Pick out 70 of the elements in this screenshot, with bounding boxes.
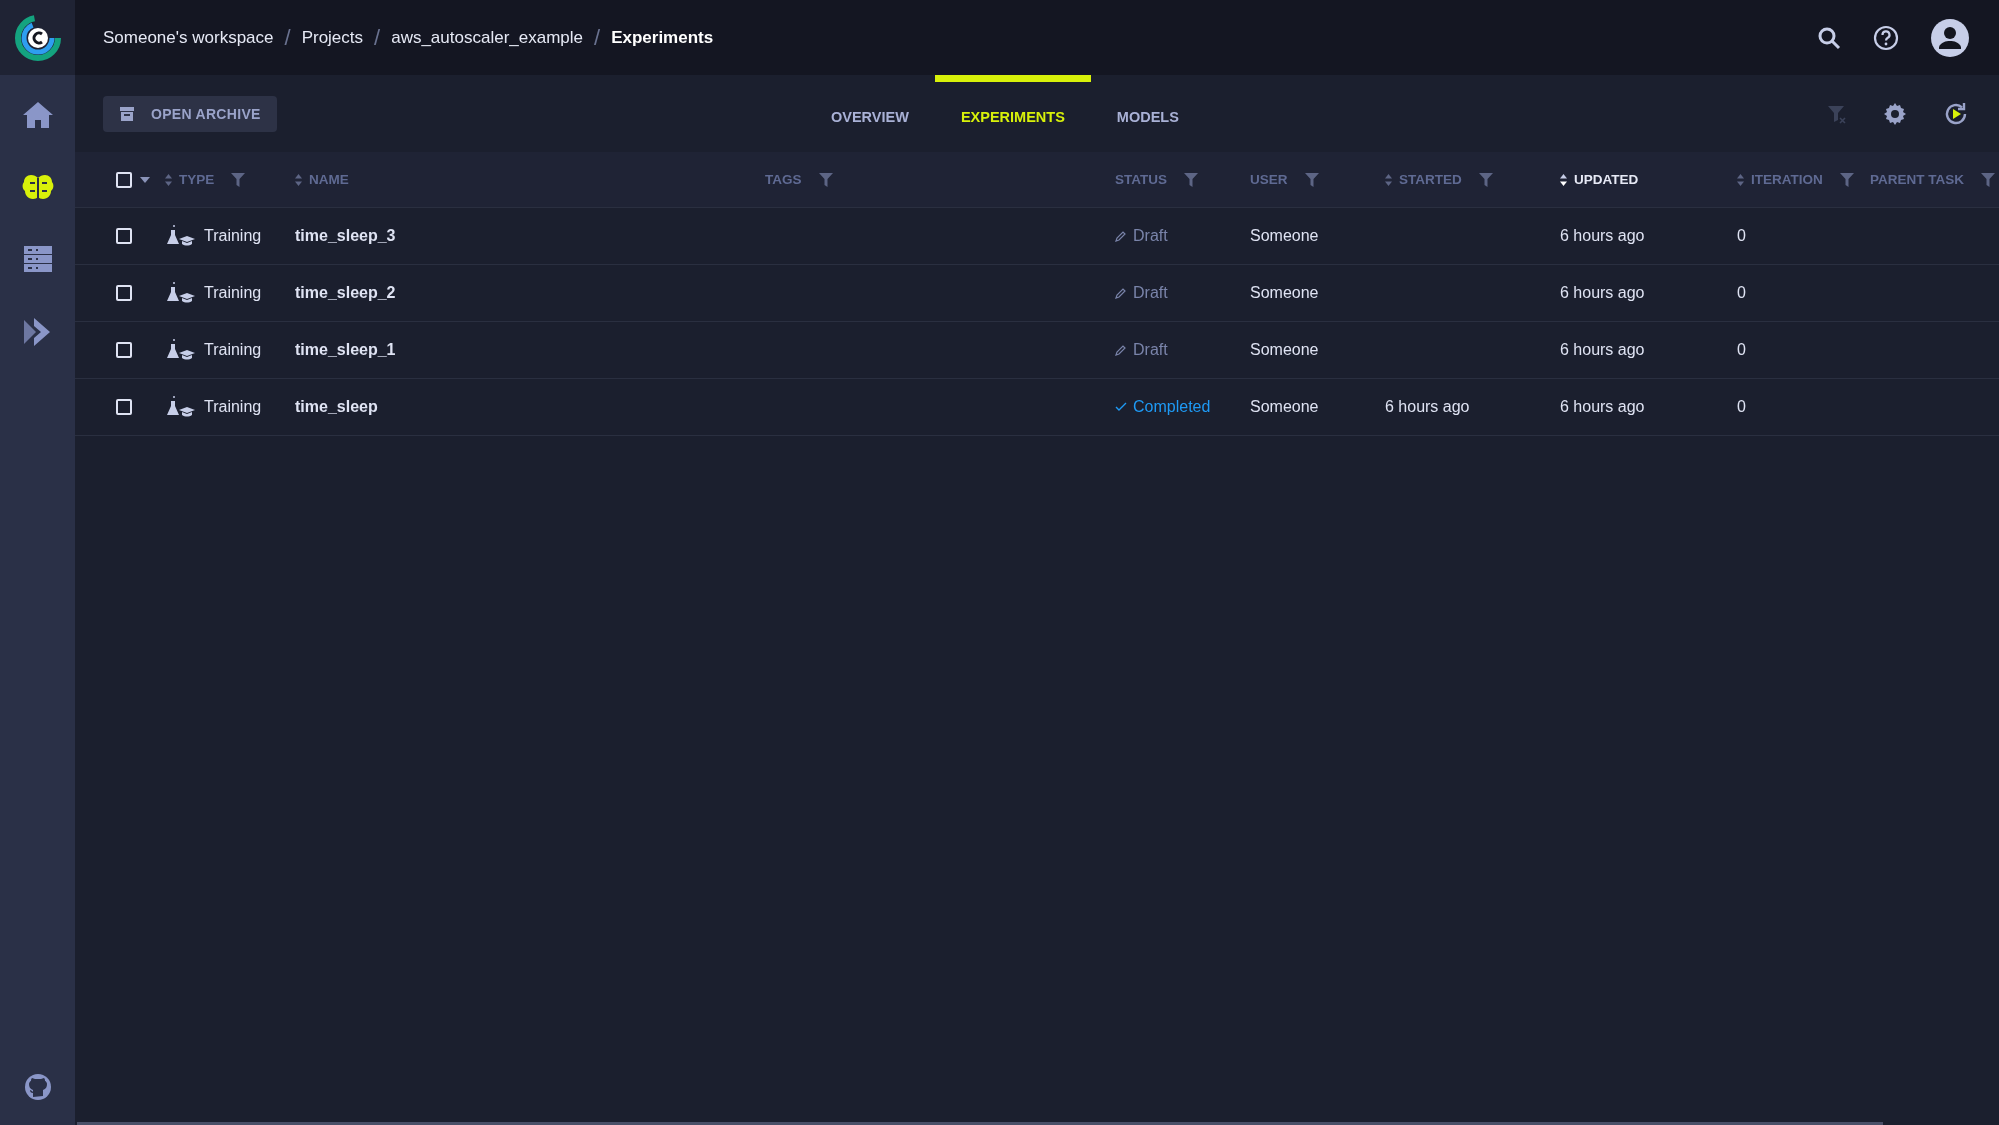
- flask-graduation-cap-icon: [165, 338, 197, 362]
- breadcrumb-separator: /: [374, 24, 381, 51]
- experiment-name[interactable]: time_sleep_1: [295, 341, 396, 359]
- type-label: Training: [204, 284, 262, 302]
- horizontal-scrollbar[interactable]: [77, 1122, 1883, 1125]
- filter-icon[interactable]: [1839, 172, 1854, 187]
- updated-time: 6 hours ago: [1560, 284, 1645, 302]
- flask-graduation-cap-icon: [165, 281, 197, 305]
- experiment-name[interactable]: time_sleep_2: [295, 284, 396, 302]
- row-checkbox[interactable]: [116, 228, 132, 244]
- user-avatar-icon[interactable]: [1931, 18, 1969, 57]
- pencil-icon: [1115, 344, 1127, 356]
- experiment-name[interactable]: time_sleep_3: [295, 227, 396, 245]
- open-archive-button[interactable]: OPEN ARCHIVE: [103, 95, 277, 132]
- status-label: Draft: [1115, 284, 1168, 302]
- search-icon[interactable]: [1817, 25, 1841, 50]
- filter-icon[interactable]: [1304, 172, 1319, 187]
- user-name: Someone: [1250, 227, 1319, 245]
- help-icon[interactable]: [1873, 24, 1899, 51]
- select-all-checkbox[interactable]: [116, 171, 132, 188]
- settings-icon[interactable]: [1883, 101, 1907, 126]
- type-label: Training: [204, 227, 262, 245]
- started-time: 6 hours ago: [1385, 398, 1470, 416]
- flask-graduation-cap-icon: [165, 395, 197, 419]
- brain-icon[interactable]: [21, 172, 54, 202]
- experiment-name[interactable]: time_sleep: [295, 398, 378, 416]
- pencil-icon: [1115, 230, 1127, 242]
- status-label: Draft: [1115, 227, 1168, 245]
- checkmark-icon: [1115, 401, 1127, 413]
- status-label: Completed: [1115, 398, 1211, 416]
- iteration-number: 0: [1737, 341, 1746, 359]
- server-rack-icon[interactable]: [21, 244, 54, 274]
- auto-refresh-icon[interactable]: [1943, 100, 1969, 127]
- flask-graduation-cap-icon: [165, 224, 197, 248]
- breadcrumb-separator: /: [594, 24, 601, 51]
- tab[interactable]: MODELS: [1090, 75, 1205, 152]
- user-name: Someone: [1250, 398, 1319, 416]
- type-label: Training: [204, 398, 262, 416]
- status-label: Draft: [1115, 341, 1168, 359]
- sort-icon[interactable]: [1560, 173, 1567, 186]
- iteration-number: 0: [1737, 398, 1746, 416]
- filter-icon[interactable]: [1981, 172, 1995, 187]
- iteration-number: 0: [1737, 227, 1746, 245]
- column-header[interactable]: UPDATED: [1574, 172, 1639, 187]
- logo-icon[interactable]: [0, 0, 75, 75]
- row-checkbox[interactable]: [116, 285, 132, 301]
- iteration-number: 0: [1737, 284, 1746, 302]
- user-name: Someone: [1250, 284, 1319, 302]
- filter-icon[interactable]: [1478, 172, 1493, 187]
- row-checkbox[interactable]: [116, 399, 132, 415]
- breadcrumb-link[interactable]: Projects: [301, 27, 364, 48]
- breadcrumb-link[interactable]: Experiments: [611, 27, 714, 48]
- breadcrumb-link[interactable]: Someone's workspace: [103, 27, 274, 48]
- pencil-icon: [1115, 287, 1127, 299]
- home-icon[interactable]: [21, 100, 54, 130]
- user-name: Someone: [1250, 341, 1319, 359]
- filter-icon[interactable]: [231, 172, 246, 187]
- breadcrumb-separator: /: [284, 24, 291, 51]
- updated-time: 6 hours ago: [1560, 341, 1645, 359]
- tab[interactable]: OVERVIEW: [805, 75, 935, 152]
- caret-icon[interactable]: [140, 176, 150, 183]
- type-label: Training: [204, 341, 262, 359]
- filter-icon[interactable]: [1184, 172, 1198, 187]
- row-checkbox[interactable]: [116, 342, 132, 358]
- updated-time: 6 hours ago: [1560, 398, 1645, 416]
- filter-icon[interactable]: [818, 172, 833, 187]
- breadcrumb-link[interactable]: aws_autoscaler_example: [391, 27, 583, 48]
- archive-box-icon: [119, 105, 135, 122]
- updated-time: 6 hours ago: [1560, 227, 1645, 245]
- github-icon[interactable]: [23, 1073, 52, 1101]
